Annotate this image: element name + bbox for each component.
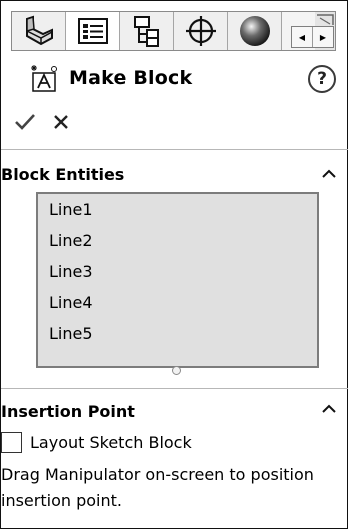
chevron-up-icon	[322, 404, 336, 413]
action-buttons	[7, 107, 79, 137]
divider	[1, 149, 348, 150]
list-resize-handle[interactable]	[172, 366, 181, 375]
block-entities-collapse[interactable]	[320, 165, 338, 183]
help-button[interactable]: ?	[308, 65, 336, 93]
scroll-right-icon[interactable]: ▶	[312, 27, 333, 47]
layout-sketch-block-option: Layout Sketch Block	[1, 430, 192, 455]
insertion-hint-text: Drag Manipulator on-screen to position i…	[1, 465, 314, 510]
insertion-point-collapse[interactable]	[320, 400, 338, 418]
tab-feature-manager[interactable]	[12, 12, 66, 50]
insertion-point-title: Insertion Point	[1, 402, 135, 421]
block-entities-title: Block Entities	[1, 165, 125, 184]
checkbox-label: Layout Sketch Block	[30, 433, 192, 452]
feature-manager-icon	[25, 15, 53, 46]
page-title: Make Block	[69, 67, 193, 89]
list-item[interactable]: Line3	[38, 256, 317, 287]
list-item[interactable]: Line1	[38, 194, 317, 225]
close-icon	[54, 115, 68, 129]
property-manager-panel: ◀ ▶ Make Block ? Block Entities Line1 Li…	[0, 0, 348, 529]
list-item[interactable]: Line2	[38, 225, 317, 256]
checkmark-icon	[15, 114, 35, 130]
make-block-icon	[29, 63, 59, 93]
block-entities-list[interactable]: Line1 Line2 Line3 Line4 Line5	[36, 192, 319, 368]
property-manager-icon	[77, 18, 108, 44]
tab-dim-xpert[interactable]	[174, 12, 228, 50]
ok-button[interactable]	[7, 107, 43, 137]
list-item[interactable]: Line4	[38, 287, 317, 318]
display-manager-icon	[239, 16, 270, 46]
tab-property-manager[interactable]	[66, 12, 120, 50]
divider	[1, 388, 348, 389]
tab-configuration-manager[interactable]	[120, 12, 174, 50]
manager-tab-bar: ◀ ▶	[11, 11, 336, 51]
tab-scroll-buttons: ◀ ▶	[291, 26, 334, 48]
overflow-tab-icon	[317, 14, 334, 25]
scroll-left-icon[interactable]: ◀	[292, 27, 312, 47]
configuration-manager-icon	[133, 16, 159, 47]
list-item[interactable]: Line5	[38, 318, 317, 349]
panel-header: Make Block	[29, 61, 192, 95]
cancel-button[interactable]	[43, 107, 79, 137]
dim-xpert-icon	[185, 16, 216, 46]
layout-sketch-block-checkbox[interactable]	[1, 432, 22, 453]
tab-display-manager[interactable]	[228, 12, 282, 50]
chevron-up-icon	[322, 169, 336, 178]
